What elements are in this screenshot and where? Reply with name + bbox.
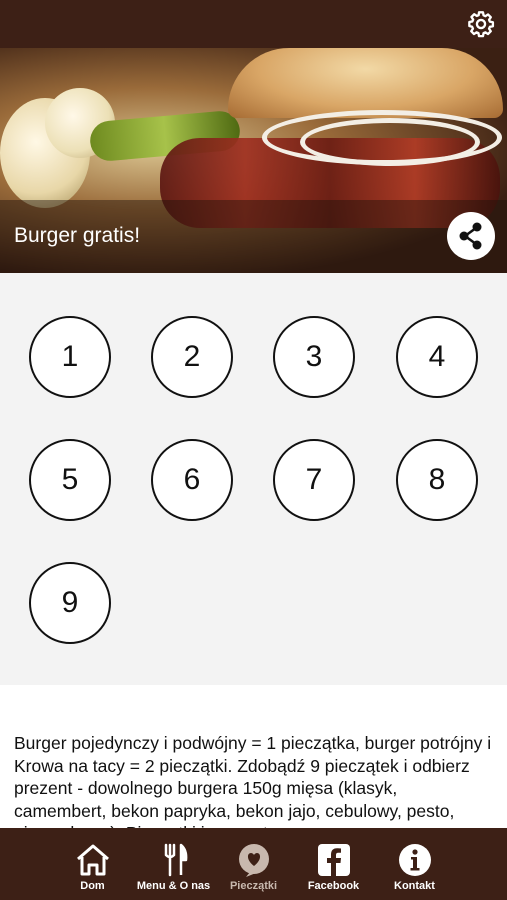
stamp-5: 5 bbox=[29, 439, 111, 521]
facebook-icon bbox=[318, 844, 350, 876]
stamp-1: 1 bbox=[29, 316, 111, 398]
stamp-3: 3 bbox=[273, 316, 355, 398]
top-bar bbox=[0, 0, 507, 48]
info-icon bbox=[399, 844, 431, 876]
tab-label: Kontakt bbox=[394, 880, 435, 892]
share-icon bbox=[459, 222, 482, 250]
stamp-4: 4 bbox=[396, 316, 478, 398]
stamp-7: 7 bbox=[273, 439, 355, 521]
gear-icon[interactable] bbox=[467, 10, 495, 38]
hero-photo-onion-ring bbox=[300, 118, 480, 166]
tab-kontakt[interactable]: Kontakt bbox=[364, 828, 465, 900]
page-title: Burger gratis! bbox=[14, 224, 141, 247]
home-icon bbox=[77, 844, 109, 876]
stamp-8: 8 bbox=[396, 439, 478, 521]
stamp-description: Burger pojedynczy i podwójny = 1 piecząt… bbox=[14, 733, 492, 828]
stamp-6: 6 bbox=[151, 439, 233, 521]
hero-banner: Burger gratis! bbox=[0, 48, 507, 273]
stamp-grid: 1 2 3 4 5 6 7 8 9 bbox=[0, 273, 507, 685]
share-button[interactable] bbox=[447, 212, 495, 260]
bottom-tab-bar: Dom Menu & O nas Pieczątki Facebook Kont… bbox=[0, 828, 507, 900]
stamp-9: 9 bbox=[29, 562, 111, 644]
hero-photo-bun bbox=[228, 48, 503, 118]
heart-bubble-icon bbox=[239, 844, 269, 877]
fork-knife-icon bbox=[164, 843, 188, 877]
stamp-2: 2 bbox=[151, 316, 233, 398]
